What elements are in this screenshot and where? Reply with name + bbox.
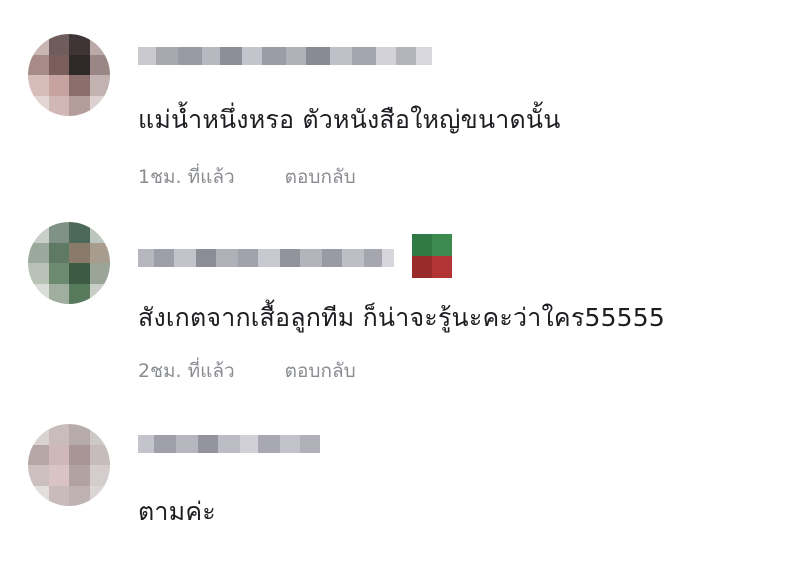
- comment-meta: [138, 546, 188, 584]
- reply-button[interactable]: ตอบกลับ: [285, 166, 356, 188]
- blurred-username[interactable]: [138, 432, 320, 456]
- reply-button[interactable]: ตอบกลับ: [285, 360, 356, 382]
- comment-meta: 2ชม. ที่แล้ว ตอบกลับ: [138, 356, 356, 386]
- comment-time[interactable]: 2ชม. ที่แล้ว: [138, 360, 235, 382]
- blurred-username[interactable]: [138, 44, 432, 68]
- blurred-username[interactable]: [138, 246, 394, 270]
- avatar[interactable]: [28, 424, 110, 506]
- comment-meta: 1ชม. ที่แล้ว ตอบกลับ: [138, 162, 356, 192]
- comment-2: สังเกตจากเสื้อลูกทีม ก็น่าจะรู้นะคะว่าใค…: [0, 200, 800, 400]
- badge-icon: [412, 234, 452, 278]
- avatar[interactable]: [28, 34, 110, 116]
- comment-text: แม่น้ำหนึ่งหรอ ตัวหนังสือใหญ่ขนาดนั้น: [138, 105, 561, 134]
- comment-time[interactable]: 1ชม. ที่แล้ว: [138, 166, 235, 188]
- comment-3: ตามค่ะ: [0, 400, 800, 584]
- avatar[interactable]: [28, 222, 110, 304]
- comment-text: สังเกตจากเสื้อลูกทีม ก็น่าจะรู้นะคะว่าใค…: [138, 303, 665, 332]
- comment-1: แม่น้ำหนึ่งหรอ ตัวหนังสือใหญ่ขนาดนั้น 1ช…: [0, 0, 800, 200]
- comment-text: ตามค่ะ: [138, 497, 216, 526]
